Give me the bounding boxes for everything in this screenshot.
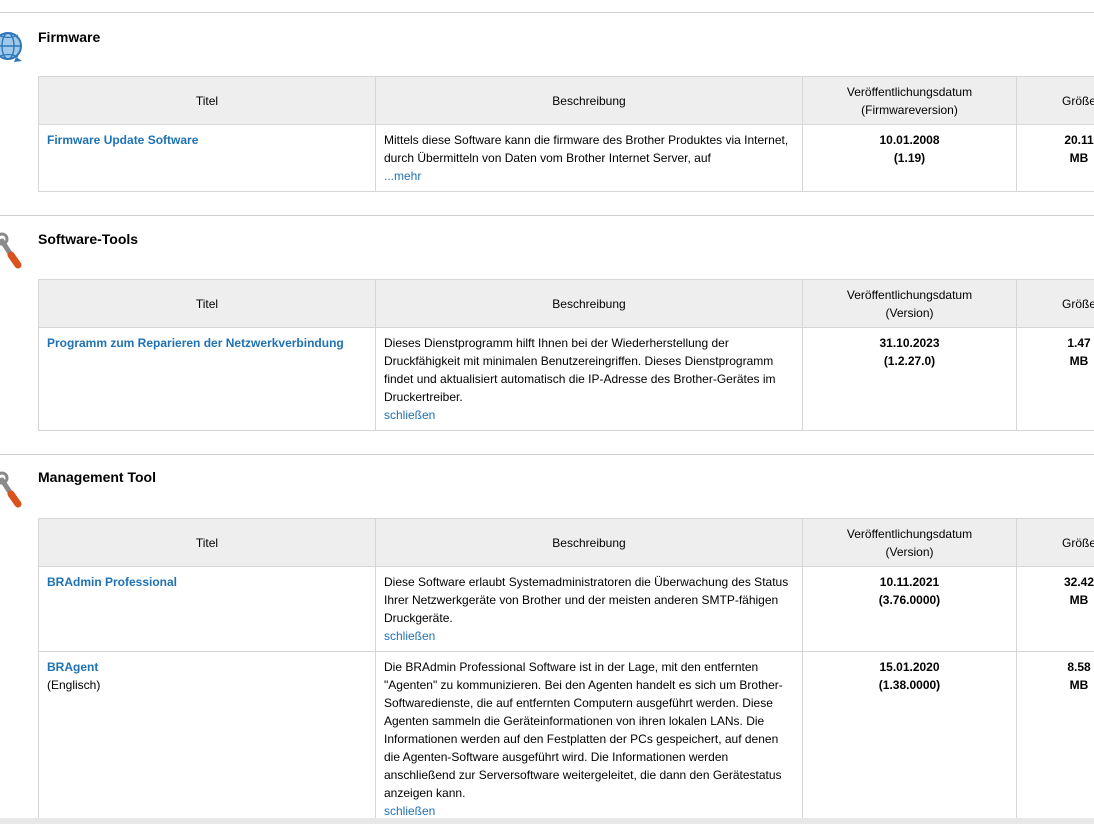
download-title-link[interactable]: BRAgent <box>47 660 98 674</box>
header-size: Größe <box>1016 518 1094 567</box>
file-size-unit: MB <box>1069 593 1089 607</box>
size-cell: 32.42 MB <box>1016 566 1094 652</box>
size-cell: 8.58 MB <box>1016 651 1094 818</box>
description-cell: Die BRAdmin Professional Software ist in… <box>375 651 803 818</box>
header-size: Größe <box>1016 279 1094 328</box>
header-description: Beschreibung <box>375 279 803 328</box>
management-tool-section: Management Tool Titel Beschreibung Veröf… <box>0 454 1094 818</box>
version-number: (1.2.27.0) <box>883 354 936 368</box>
header-version-label: (Version) <box>885 305 934 320</box>
version-number: (1.38.0000) <box>878 678 941 692</box>
more-link[interactable]: ...mehr <box>384 169 421 183</box>
version-number: (3.76.0000) <box>878 593 941 607</box>
title-cell: BRAdmin Professional <box>38 566 376 652</box>
file-size-unit: MB <box>1069 354 1089 368</box>
date-cell: 15.01.2020 (1.38.0000) <box>802 651 1017 818</box>
size-cell: 1.47 MB <box>1016 327 1094 431</box>
file-size-value: 1.47 <box>1067 336 1091 350</box>
header-date-label: Veröffentlichungsdatum <box>846 84 973 99</box>
file-size-value: 32.42 <box>1063 575 1094 589</box>
header-date-label: Veröffentlichungsdatum <box>846 526 973 541</box>
file-size-value: 20.11 <box>1064 133 1094 147</box>
download-title-link[interactable]: Firmware Update Software <box>47 133 198 147</box>
header-description: Beschreibung <box>375 518 803 567</box>
table-header-row: Titel Beschreibung Veröffentlichungsdatu… <box>38 76 1094 125</box>
header-version-label: (Version) <box>885 544 934 559</box>
header-title: Titel <box>38 76 376 125</box>
title-cell: Firmware Update Software <box>38 124 376 192</box>
downloads-table: Titel Beschreibung Veröffentlichungsdatu… <box>38 518 1094 818</box>
wrench-icon <box>0 470 30 510</box>
download-title-link[interactable]: Programm zum Reparieren der Netzwerkverb… <box>47 336 344 350</box>
file-size-value: 8.58 <box>1067 660 1091 674</box>
table-header-row: Titel Beschreibung Veröffentlichungsdatu… <box>38 518 1094 567</box>
date-cell: 10.11.2021 (3.76.0000) <box>802 566 1017 652</box>
header-date: Veröffentlichungsdatum (Version) <box>802 279 1017 328</box>
close-link[interactable]: schließen <box>384 804 435 818</box>
section-title: Firmware <box>38 29 101 45</box>
header-version-label: (Firmwareversion) <box>861 102 958 117</box>
header-description: Beschreibung <box>375 76 803 125</box>
section-title: Software-Tools <box>38 231 139 247</box>
description-text: Die BRAdmin Professional Software ist in… <box>384 660 783 800</box>
file-size-unit: MB <box>1069 678 1089 692</box>
title-cell: BRAgent (Englisch) <box>38 651 376 818</box>
description-text: Dieses Dienstprogramm hilft Ihnen bei de… <box>384 336 776 404</box>
description-cell: Dieses Dienstprogramm hilft Ihnen bei de… <box>375 327 803 431</box>
description-text: Mittels diese Software kann die firmware… <box>384 133 789 165</box>
date-cell: 10.01.2008 (1.19) <box>802 124 1017 192</box>
downloads-table: Titel Beschreibung Veröffentlichungsdatu… <box>38 76 1094 192</box>
description-cell: Diese Software erlaubt Systemadministrat… <box>375 566 803 652</box>
table-row: Firmware Update Software Mittels diese S… <box>38 124 1094 192</box>
size-cell: 20.11 MB <box>1016 124 1094 192</box>
header-size: Größe <box>1016 76 1094 125</box>
section-title: Management Tool <box>38 469 156 485</box>
header-title: Titel <box>38 518 376 567</box>
downloads-table: Titel Beschreibung Veröffentlichungsdatu… <box>38 279 1094 431</box>
wrench-icon <box>0 231 30 271</box>
release-date: 15.01.2020 <box>879 660 940 674</box>
header-date-label: Veröffentlichungsdatum <box>846 287 973 302</box>
release-date: 31.10.2023 <box>879 336 940 350</box>
table-header-row: Titel Beschreibung Veröffentlichungsdatu… <box>38 279 1094 328</box>
release-date: 10.11.2021 <box>879 575 940 589</box>
title-cell: Programm zum Reparieren der Netzwerkverb… <box>38 327 376 431</box>
description-cell: Mittels diese Software kann die firmware… <box>375 124 803 192</box>
description-text: Diese Software erlaubt Systemadministrat… <box>384 575 789 625</box>
release-date: 10.01.2008 <box>879 133 940 147</box>
table-row: Programm zum Reparieren der Netzwerkverb… <box>38 327 1094 431</box>
table-row: BRAgent (Englisch) Die BRAdmin Professio… <box>38 651 1094 818</box>
header-date: Veröffentlichungsdatum (Firmwareversion) <box>802 76 1017 125</box>
firmware-section: Firmware Titel Beschreibung Veröffentlic… <box>0 12 1094 202</box>
version-number: (1.19) <box>893 151 926 165</box>
horizontal-scrollbar-track[interactable] <box>0 818 1094 824</box>
date-cell: 31.10.2023 (1.2.27.0) <box>802 327 1017 431</box>
language-note: (Englisch) <box>47 678 101 692</box>
file-size-unit: MB <box>1069 151 1089 165</box>
close-link[interactable]: schließen <box>384 629 435 643</box>
download-title-link[interactable]: BRAdmin Professional <box>47 575 177 589</box>
globe-update-icon <box>0 26 30 66</box>
header-title: Titel <box>38 279 376 328</box>
close-link[interactable]: schließen <box>384 408 435 422</box>
header-date: Veröffentlichungsdatum (Version) <box>802 518 1017 567</box>
software-tools-section: Software-Tools Titel Beschreibung Veröff… <box>0 215 1094 445</box>
table-row: BRAdmin Professional Diese Software erla… <box>38 566 1094 652</box>
